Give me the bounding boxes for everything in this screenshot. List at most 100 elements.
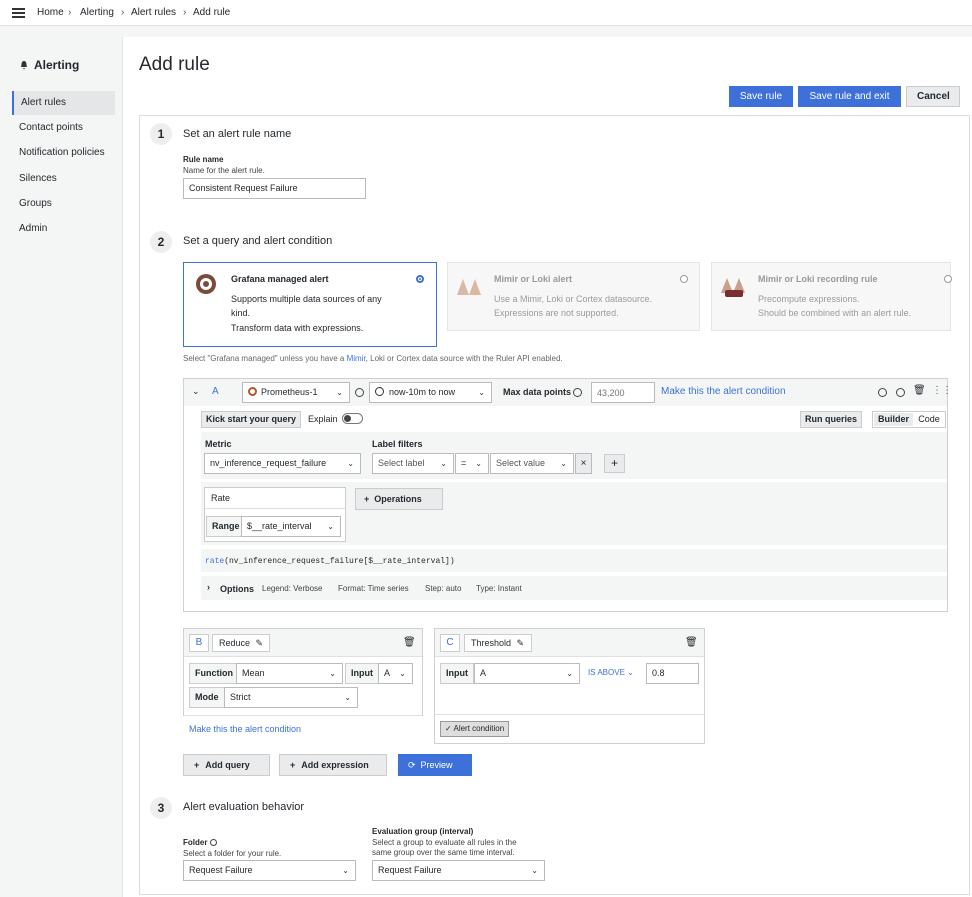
make-alert-condition-link[interactable]: Make this the alert condition <box>189 724 301 734</box>
range-select[interactable]: $__rate_interval ⌄ <box>241 516 341 537</box>
step-number: 3 <box>150 797 172 819</box>
sidebar-item-groups[interactable]: Groups <box>12 192 115 216</box>
add-expression-label: Add expression <box>301 760 369 770</box>
breadcrumb-home[interactable]: Home <box>37 7 64 18</box>
time-range-picker[interactable]: now-10m to now ⌄ <box>369 382 492 403</box>
save-rule-button[interactable]: Save rule <box>729 86 793 107</box>
mode-value: Strict <box>230 692 251 702</box>
chevron-right-icon[interactable]: › <box>207 582 210 592</box>
code-mode-button[interactable]: Code <box>915 413 943 426</box>
help-icon[interactable] <box>878 388 887 397</box>
threshold-input[interactable]: 0.8 <box>646 663 699 684</box>
input-select[interactable]: A ⌄ <box>474 663 580 684</box>
expression-name[interactable]: Threshold ✎ <box>464 634 532 652</box>
chevron-down-icon: ⌄ <box>342 866 349 875</box>
menu-icon[interactable] <box>12 8 25 18</box>
evaluation-group-description: Select a group to evaluate all rules in … <box>372 838 517 847</box>
query-code: rate(nv_inference_request_failure[$__rat… <box>205 557 455 566</box>
sidebar-item-alert-rules[interactable]: Alert rules <box>12 91 115 115</box>
select-label-dropdown[interactable]: Select label ⌄ <box>372 453 454 474</box>
max-data-points-input[interactable] <box>591 382 655 403</box>
add-query-label: Add query <box>205 760 250 770</box>
add-operation-button[interactable]: + Operations <box>355 488 443 510</box>
rule-name-input[interactable]: Consistent Request Failure <box>183 178 366 199</box>
breadcrumb-alert-rules[interactable]: Alert rules <box>131 7 176 18</box>
make-alert-condition-link[interactable]: Make this the alert condition <box>661 386 786 397</box>
radio-selected[interactable] <box>416 275 424 283</box>
datasource-hint: Select "Grafana managed" unless you have… <box>183 354 563 363</box>
folder-label-text: Folder <box>183 838 208 847</box>
card-description: Precompute expressions. <box>758 294 860 304</box>
trash-icon[interactable]: 🗑 <box>913 385 926 396</box>
chevron-down-icon: ⌄ <box>327 522 334 531</box>
bell-icon <box>21 61 27 70</box>
folder-value: Request Failure <box>189 865 253 875</box>
card-description: kind. <box>231 308 251 318</box>
kick-start-query-button[interactable]: Kick start your query <box>201 411 302 428</box>
label-operator-select[interactable]: = ⌄ <box>455 453 489 474</box>
sidebar-item-admin[interactable]: Admin <box>12 217 115 241</box>
folder-description: Select a folder for your rule. <box>183 849 282 858</box>
operator-value: IS ABOVE <box>588 668 625 677</box>
info-icon <box>573 388 582 397</box>
step-title: Set an alert rule name <box>183 128 292 140</box>
divider <box>184 715 422 716</box>
mode-select[interactable]: Strict ⌄ <box>224 687 358 708</box>
input-select[interactable]: A ⌄ <box>378 663 413 684</box>
remove-filter-icon[interactable]: × <box>575 453 592 474</box>
radio-unselected[interactable] <box>944 275 952 283</box>
preview-button[interactable]: ⟳ Preview <box>398 754 472 776</box>
chevron-down-icon: ⌄ <box>475 459 482 468</box>
chevron-down-icon: ⌄ <box>531 866 538 875</box>
card-description: Supports multiple data sources of any <box>231 294 382 304</box>
code-function: rate <box>205 557 225 566</box>
pencil-icon: ✎ <box>255 638 264 648</box>
run-queries-button[interactable]: Run queries <box>800 411 863 428</box>
refresh-icon: ⟳ <box>408 760 416 770</box>
datasource-picker[interactable]: Prometheus-1 ⌄ <box>242 382 350 403</box>
drag-handle-icon[interactable]: ⋮⋮ <box>932 385 952 396</box>
copy-icon[interactable] <box>896 388 905 397</box>
options-label[interactable]: Options <box>220 584 254 594</box>
add-expression-button[interactable]: + Add expression <box>279 754 387 776</box>
threshold-operator-select[interactable]: IS ABOVE ⌄ <box>588 668 634 677</box>
sidebar-item-silences[interactable]: Silences <box>12 167 115 191</box>
rule-name-description: Name for the alert rule. <box>183 166 265 175</box>
info-icon <box>209 839 217 846</box>
evaluation-group-select[interactable]: Request Failure ⌄ <box>372 860 545 881</box>
chevron-right-icon: › <box>121 7 125 18</box>
trash-icon[interactable]: 🗑 <box>403 637 416 648</box>
mimir-link[interactable]: Mimir <box>347 354 366 363</box>
input-label: Input <box>440 663 474 684</box>
radio-unselected[interactable] <box>680 275 688 283</box>
add-query-button[interactable]: + Add query <box>183 754 270 776</box>
expression-name-label: Reduce <box>219 638 251 648</box>
expression-name[interactable]: Reduce ✎ <box>212 634 270 652</box>
recording-rule-icon <box>721 278 745 297</box>
option-legend: Legend: Verbose <box>262 584 323 593</box>
chevron-down-icon: ⌄ <box>566 669 573 678</box>
evaluation-group-value: Request Failure <box>378 865 442 875</box>
sidebar-item-contact-points[interactable]: Contact points <box>12 116 115 140</box>
add-filter-icon[interactable]: + <box>604 454 625 473</box>
help-icon[interactable] <box>355 388 364 397</box>
chevron-right-icon: › <box>183 7 187 18</box>
breadcrumb-alerting[interactable]: Alerting <box>80 7 114 18</box>
explain-toggle[interactable] <box>342 413 363 424</box>
option-step: Step: auto <box>425 584 462 593</box>
chevron-down-icon[interactable]: ⌄ <box>192 386 200 397</box>
select-value-dropdown[interactable]: Select value ⌄ <box>490 453 574 474</box>
metric-select[interactable]: nv_inference_request_failure ⌄ <box>204 453 361 474</box>
folder-select[interactable]: Request Failure ⌄ <box>183 860 356 881</box>
sidebar-item-notification-policies[interactable]: Notification policies <box>12 141 115 165</box>
metric-label: Metric <box>205 439 232 449</box>
grafana-icon <box>196 274 216 294</box>
select-value-placeholder: Select value <box>496 458 546 468</box>
function-select[interactable]: Mean ⌄ <box>236 663 343 684</box>
range-value: $__rate_interval <box>247 521 312 531</box>
cancel-button[interactable]: Cancel <box>906 86 960 107</box>
trash-icon[interactable]: 🗑 <box>685 637 698 648</box>
expression-ref: B <box>189 634 209 652</box>
save-rule-and-exit-button[interactable]: Save rule and exit <box>798 86 901 107</box>
builder-mode-button[interactable]: Builder <box>874 413 913 426</box>
